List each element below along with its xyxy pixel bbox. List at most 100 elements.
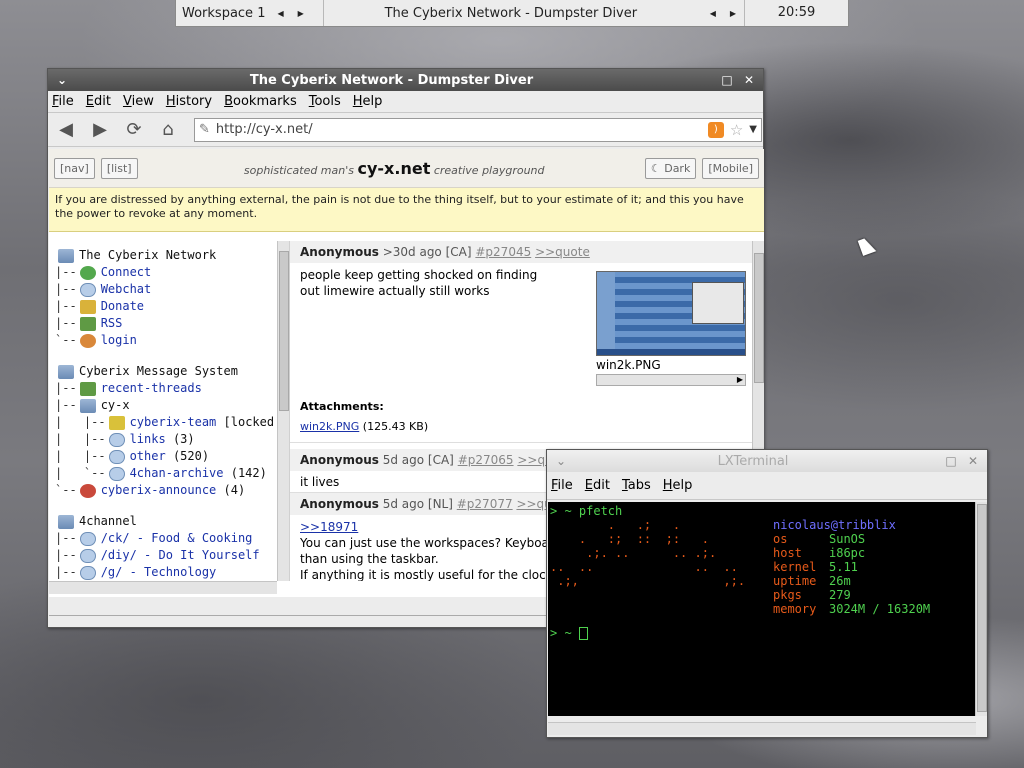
mobile-button[interactable]: [Mobile] <box>702 157 759 179</box>
tree-link-login[interactable]: login <box>101 332 137 349</box>
back-icon[interactable]: ◀ <box>54 118 78 142</box>
announce-count: (4) <box>223 483 246 497</box>
post-id-link[interactable]: #p27045 <box>475 245 531 259</box>
page-identity-icon[interactable]: ✎ <box>199 122 210 137</box>
info-key: host <box>773 546 802 560</box>
prev-workspace-icon[interactable]: ◀ <box>275 9 285 18</box>
menu-bookmarks[interactable]: Bookmarks <box>224 94 297 109</box>
close-icon[interactable]: ✕ <box>965 454 981 468</box>
menu-tools[interactable]: Tools <box>309 94 341 109</box>
quote-link[interactable]: >>quote <box>535 245 590 259</box>
post-id-link[interactable]: #p27077 <box>457 497 513 511</box>
workspace-switcher[interactable]: Workspace 1 ◀ ▶ <box>176 0 324 26</box>
chat-bubble-icon <box>108 432 125 447</box>
posts-scroll-thumb[interactable] <box>754 253 764 383</box>
bookmark-star-icon[interactable]: ☆ <box>730 121 743 139</box>
text-cursor <box>578 627 588 640</box>
tree-link-ck[interactable]: /ck/ - Food & Cooking <box>101 530 253 547</box>
site-brand[interactable]: cy-x.net <box>358 159 431 178</box>
prev-task-icon[interactable]: ◀ <box>708 9 718 18</box>
terminal-window: ⌄ LXTerminal □ ✕ File Edit Tabs Help > ~… <box>546 449 988 738</box>
links-count: (3) <box>172 432 195 446</box>
tree-link-connect[interactable]: Connect <box>101 264 152 281</box>
tree-link-rss[interactable]: RSS <box>101 315 123 332</box>
recent-arrow-icon <box>79 381 96 396</box>
window-menu-icon[interactable]: ⌄ <box>54 73 70 87</box>
window-menu-icon[interactable]: ⌄ <box>553 454 569 468</box>
terminal-output[interactable]: > ~ pfetch . .; . . :; :: ;: . .;. .. ..… <box>548 502 976 716</box>
post-id-link[interactable]: #p27065 <box>458 453 514 467</box>
chat-bubble-icon <box>79 548 96 563</box>
site-header: [nav] [list] sophisticated man's cy-x.ne… <box>49 149 764 188</box>
url-dropdown-icon[interactable]: ▼ <box>749 124 757 135</box>
reply-ref-link[interactable]: >>18971 <box>300 520 358 534</box>
tree-folder-cy-x[interactable]: cy-x <box>101 397 130 414</box>
nav-button[interactable]: [nav] <box>54 157 95 179</box>
post-meta: >30d ago [CA] <box>382 245 472 259</box>
chat-bubble-icon <box>108 449 125 464</box>
thumbnail-caption: win2k.PNG <box>596 358 661 372</box>
dark-mode-button[interactable]: ☾ Dark <box>644 157 697 179</box>
maximize-icon[interactable]: □ <box>943 454 959 468</box>
rss-feed-icon[interactable]: ) <box>707 121 724 138</box>
post-author: Anonymous <box>300 453 379 467</box>
menu-view[interactable]: View <box>123 94 154 109</box>
post-body: people keep getting shocked on finding o… <box>300 268 538 298</box>
terminal-titlebar[interactable]: ⌄ LXTerminal □ ✕ <box>547 450 987 472</box>
tree-link-recent-threads[interactable]: recent-threads <box>101 380 202 397</box>
close-icon[interactable]: ✕ <box>741 73 757 87</box>
tree-hscrollbar[interactable] <box>49 581 277 594</box>
list-button[interactable]: [list] <box>100 157 138 179</box>
clock[interactable]: 20:59 <box>744 0 848 26</box>
tree-link-other[interactable]: other <box>130 448 166 465</box>
folder-icon <box>58 514 74 529</box>
menu-file[interactable]: File <box>551 478 573 493</box>
terminal-hscrollbar[interactable] <box>548 722 976 735</box>
thumb-scrollbar[interactable]: ▶ <box>596 374 746 386</box>
info-key: uptime <box>773 574 817 588</box>
terminal-menubar: File Edit Tabs Help <box>547 472 987 500</box>
terminal-scrollbar[interactable] <box>975 502 987 716</box>
url-bar[interactable]: ✎ http://cy-x.net/ ) ☆ ▼ <box>194 117 762 142</box>
reload-icon[interactable]: ⟳ <box>122 118 146 142</box>
tree-link-links[interactable]: links <box>130 431 166 448</box>
tree-scrollbar[interactable] <box>277 241 289 581</box>
menu-edit[interactable]: Edit <box>86 94 111 109</box>
tree-link-cyberix-team[interactable]: cyberix-team <box>130 414 217 431</box>
terminal-scroll-thumb[interactable] <box>977 504 987 712</box>
tree-link-cyberix-announce[interactable]: cyberix-announce <box>101 482 217 499</box>
next-task-icon[interactable]: ▶ <box>728 9 738 18</box>
tree-link-4chan-archive[interactable]: 4chan-archive <box>130 465 224 482</box>
next-workspace-icon[interactable]: ▶ <box>296 9 306 18</box>
menu-file[interactable]: File <box>52 94 74 109</box>
tree-group-title: Cyberix Message System <box>79 364 238 378</box>
forward-icon[interactable]: ▶ <box>88 118 112 142</box>
attachment-link[interactable]: win2k.PNG <box>300 420 359 433</box>
post-author: Anonymous <box>300 245 379 259</box>
menu-edit[interactable]: Edit <box>585 478 610 493</box>
menu-help[interactable]: Help <box>663 478 693 493</box>
taskbar-current-window[interactable]: The Cyberix Network - Dumpster Diver ◀ ▶ <box>324 0 744 26</box>
key-icon <box>79 299 96 314</box>
tree-scroll-thumb[interactable] <box>279 251 289 411</box>
menu-tabs[interactable]: Tabs <box>622 478 651 493</box>
post-header: Anonymous >30d ago [CA] #p27045 >>quote <box>290 241 752 263</box>
chat-bubble-icon <box>79 282 96 297</box>
menu-history[interactable]: History <box>166 94 212 109</box>
tree-link-donate[interactable]: Donate <box>101 298 144 315</box>
browser-titlebar[interactable]: ⌄ The Cyberix Network - Dumpster Diver □… <box>48 69 763 91</box>
post-author: Anonymous <box>300 497 379 511</box>
post-meta: 5d ago [NL] <box>382 497 453 511</box>
menu-help[interactable]: Help <box>353 94 383 109</box>
info-val: 3024M / 16320M <box>829 602 931 616</box>
home-icon[interactable]: ⌂ <box>156 118 180 142</box>
tree-link-webchat[interactable]: Webchat <box>101 281 152 298</box>
maximize-icon[interactable]: □ <box>719 73 735 87</box>
tree-link-g[interactable]: /g/ - Technology <box>101 564 217 581</box>
info-val: 26m <box>829 574 851 588</box>
screenshot-image[interactable] <box>596 271 746 356</box>
tree-link-diy[interactable]: /diy/ - Do It Yourself <box>101 547 260 564</box>
lock-icon <box>108 415 125 430</box>
attachment-thumbnail[interactable]: win2k.PNG ▶ <box>596 271 746 386</box>
tree-group-title: The Cyberix Network <box>79 248 217 262</box>
